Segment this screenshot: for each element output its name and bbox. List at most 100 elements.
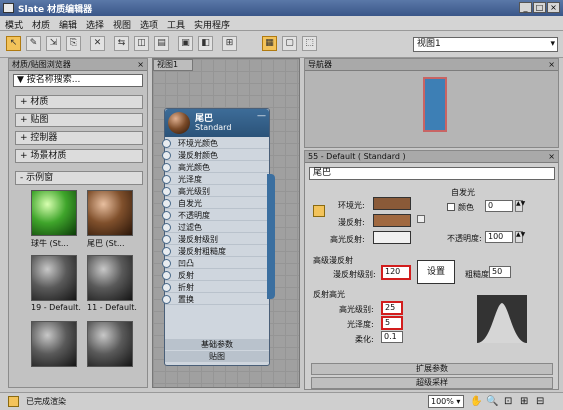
slot-specular[interactable]: 高光颜色 [162,162,269,173]
socket-icon[interactable] [162,271,171,280]
slot-bump[interactable]: 凹凸 [162,258,269,269]
maximize-button[interactable]: □ [533,2,546,13]
assign-material-icon[interactable]: ⎘ [66,36,81,51]
menu-material[interactable]: 材质 [32,18,50,31]
socket-icon[interactable] [162,247,171,256]
menu-select[interactable]: 选择 [86,18,104,31]
socket-icon[interactable] [162,151,171,160]
select-by-material-icon[interactable]: ⬚ [302,36,317,51]
zoom-selected-icon[interactable]: ⊟ [536,396,544,407]
zoom-region-icon[interactable]: ⊡ [504,396,512,407]
spinner-arrows-icon[interactable]: ▲▼ [515,231,525,243]
socket-icon[interactable] [162,283,171,292]
socket-icon[interactable] [162,139,171,148]
material-map-browser-icon[interactable]: ▦ [262,36,277,51]
zoom-icon[interactable]: 🔍 [486,396,498,407]
supersampling-rollout[interactable]: 超级采样 [311,377,553,389]
group-sample-slots[interactable]: - 示例窗 [15,171,143,185]
pick-material-icon[interactable]: ✎ [26,36,41,51]
minimize-button[interactable]: _ [519,2,532,13]
map-button[interactable] [417,215,425,223]
slot-self-illum[interactable]: 自发光 [162,198,269,209]
socket-icon[interactable] [162,163,171,172]
close-icon[interactable]: × [548,151,558,162]
self-illum-spinner[interactable]: 0 [485,200,513,212]
hide-unused-icon[interactable]: ◫ [134,36,149,51]
socket-icon[interactable] [162,223,171,232]
swatch-grey-4[interactable] [87,321,133,367]
layout-all-icon[interactable]: ▤ [154,36,169,51]
ambient-color-swatch[interactable] [373,197,411,210]
navigator-viewport[interactable] [423,77,447,132]
spinner-arrows-icon[interactable]: ▲▼ [515,200,525,212]
socket-icon[interactable] [162,295,171,304]
slot-gloss[interactable]: 光泽度 [162,174,269,185]
slot-diff-rough[interactable]: 漫反射粗糙度 [162,246,269,257]
output-socket[interactable] [267,174,275,299]
close-icon[interactable]: × [548,59,558,70]
slot-reflection[interactable]: 反射 [162,270,269,281]
menu-edit[interactable]: 编辑 [59,18,77,31]
node-collapse-icon[interactable]: — [257,111,266,121]
group-materials[interactable]: + 材质 [15,95,143,109]
tab-view1[interactable]: 视图1 [153,59,193,71]
spec-level-spinner[interactable]: 25 [381,301,403,315]
socket-icon[interactable] [162,187,171,196]
parameter-editor-icon[interactable]: ▢ [282,36,297,51]
zoom-extents-icon[interactable]: ⊞ [520,396,528,407]
swatch-green[interactable] [31,190,77,236]
menu-view[interactable]: 视图 [113,18,131,31]
slot-filter[interactable]: 过滤色 [162,222,269,233]
node-footer-maps[interactable]: 贴图 [165,351,269,362]
glossiness-spinner[interactable]: 5 [381,316,403,330]
socket-icon[interactable] [162,175,171,184]
put-material-icon[interactable]: ⇲ [46,36,61,51]
menu-options[interactable]: 选项 [140,18,158,31]
slot-refraction[interactable]: 折射 [162,282,269,293]
roughness-spinner[interactable]: 50 [489,266,511,278]
move-children-icon[interactable]: ⇆ [114,36,129,51]
layout-children-icon[interactable]: ⊞ [222,36,237,51]
swatch-tail[interactable] [87,190,133,236]
menu-utilities[interactable]: 实用程序 [194,18,230,31]
extended-params-rollout[interactable]: 扩展参数 [311,363,553,375]
close-button[interactable]: × [547,2,560,13]
socket-icon[interactable] [162,235,171,244]
soften-spinner[interactable]: 0.1 [381,331,403,343]
menu-tools[interactable]: 工具 [167,18,185,31]
color-checkbox[interactable] [447,203,455,211]
material-name-field[interactable]: 尾巴 [309,167,555,180]
zoom-dropdown[interactable]: 100% ▾ [428,395,464,408]
close-icon[interactable]: × [137,59,147,70]
menu-mode[interactable]: 模式 [5,18,23,31]
slot-diff-level[interactable]: 漫反射级别 [162,234,269,245]
specular-color-swatch[interactable] [373,231,411,244]
socket-icon[interactable] [162,211,171,220]
search-input[interactable]: ▼ 按名称搜索... [13,74,143,87]
opacity-spinner[interactable]: 100 [485,231,513,243]
group-controllers[interactable]: + 控制器 [15,131,143,145]
group-maps[interactable]: + 贴图 [15,113,143,127]
pan-icon[interactable]: ✋ [470,396,482,407]
group-scene-materials[interactable]: + 场景材质 [15,149,143,163]
lock-swatch-icon[interactable] [313,205,325,217]
select-tool-icon[interactable]: ↖ [6,36,21,51]
socket-icon[interactable] [162,259,171,268]
swatch-grey-3[interactable] [31,321,77,367]
show-map-icon[interactable]: ▣ [178,36,193,51]
view-dropdown[interactable]: 视图1 ▾ [413,37,558,52]
node-footer-basic[interactable]: 基础参数 [165,339,269,350]
node-header[interactable]: 尾巴 Standard — [165,109,269,137]
material-node[interactable]: 尾巴 Standard — 环境光颜色 漫反射颜色 高光颜色 光泽度 高光级别 … [162,108,275,366]
slot-ambient[interactable]: 环境光颜色 [162,138,269,149]
diffuse-color-swatch[interactable] [373,214,411,227]
slot-opacity[interactable]: 不透明度 [162,210,269,221]
slot-spec-level[interactable]: 高光级别 [162,186,269,197]
socket-icon[interactable] [162,199,171,208]
delete-icon[interactable]: ✕ [90,36,105,51]
diffuse-level-spinner[interactable]: 120 [381,265,411,280]
swatch-grey-1[interactable] [31,255,77,301]
swatch-grey-2[interactable] [87,255,133,301]
slot-diffuse[interactable]: 漫反射颜色 [162,150,269,161]
slot-displacement[interactable]: 置换 [162,294,269,305]
